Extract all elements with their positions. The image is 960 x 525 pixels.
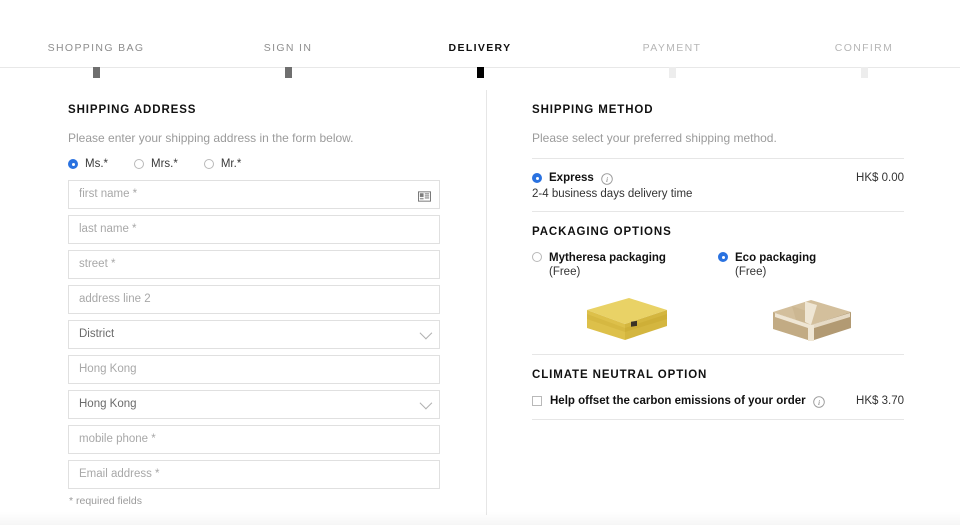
email-address-placeholder: Email address *: [79, 468, 160, 480]
stepper-step-confirm: CONFIRM: [768, 42, 960, 78]
stepper-step-label: PAYMENT: [642, 42, 702, 54]
shipping-address-section: SHIPPING ADDRESS Please enter your shipp…: [68, 104, 440, 507]
salutation-option-1[interactable]: Mrs.*: [134, 158, 178, 170]
mobile-phone-placeholder: mobile phone *: [79, 433, 156, 445]
chevron-down-icon[interactable]: [419, 326, 433, 339]
eco-packaging-radio[interactable]: [718, 252, 728, 262]
required-fields-note: * required fields: [69, 495, 142, 507]
last-name-placeholder: last name *: [79, 223, 137, 235]
last-name-field[interactable]: last name *: [68, 215, 440, 244]
salutation-radio-group: Ms.* Mrs.* Mr.*: [68, 158, 440, 170]
express-radio[interactable]: [532, 173, 542, 183]
checkout-delivery-page: SHOPPING BAG SIGN IN DELIVERY PAYMENT CONFIR…: [0, 0, 960, 525]
stepper-steps: SHOPPING BAG SIGN IN DELIVERY PAYMENT CONFIR…: [0, 42, 960, 78]
info-icon[interactable]: i: [812, 395, 825, 408]
salutation-radio[interactable]: [203, 159, 214, 169]
eco-packaging-price: (Free): [735, 266, 767, 278]
yellow-gift-box-image: [532, 284, 718, 354]
mobile-phone-field[interactable]: mobile phone *: [68, 425, 440, 454]
mytheresa-packaging-price: (Free): [549, 266, 581, 278]
country-field[interactable]: Hong Kong: [68, 390, 440, 419]
shipping-method-title: SHIPPING METHOD: [532, 104, 654, 116]
shipping-address-subtitle: Please enter your shipping address in th…: [68, 131, 354, 145]
stepper-step-sign-in[interactable]: SIGN IN: [192, 42, 384, 78]
street-field[interactable]: street *: [68, 250, 440, 279]
express-price: HK$ 0.00: [856, 172, 904, 184]
stepper-step-label: SIGN IN: [263, 42, 313, 54]
carbon-offset-price: HK$ 3.70: [856, 395, 904, 407]
salutation-option-0[interactable]: Ms.*: [68, 158, 108, 170]
salutation-label: Ms.*: [85, 158, 108, 170]
packaging-options-group: Mytheresa packaging (Free) Eco packaging…: [532, 252, 904, 354]
climate-divider-bottom: [532, 419, 904, 420]
contact-card-icon[interactable]: [418, 189, 431, 202]
climate-neutral-row[interactable]: Help offset the carbon emissions of your…: [532, 395, 904, 408]
express-label: Express: [549, 172, 594, 184]
email-address-field[interactable]: Email address *: [68, 460, 440, 489]
shipping-method-divider-bottom: [532, 211, 904, 212]
salutation-radio[interactable]: [68, 159, 78, 169]
address-line-2-placeholder: address line 2: [79, 293, 151, 305]
eco-packaging-label: Eco packaging: [735, 252, 817, 264]
checkout-stepper: SHOPPING BAG SIGN IN DELIVERY PAYMENT CONFIR…: [0, 0, 960, 78]
chevron-down-icon[interactable]: [419, 396, 433, 409]
first-name-placeholder: first name *: [79, 188, 138, 200]
stepper-step-marker: [284, 67, 292, 78]
stepper-step-label: DELIVERY: [448, 42, 512, 54]
street-placeholder: street *: [79, 258, 116, 270]
stepper-step-marker: [476, 67, 484, 78]
packaging-option-mytheresa[interactable]: Mytheresa packaging (Free): [532, 252, 718, 354]
mytheresa-packaging-radio[interactable]: [532, 252, 542, 262]
district-field[interactable]: District: [68, 320, 440, 349]
column-divider: [486, 90, 487, 515]
first-name-field[interactable]: first name *: [68, 180, 440, 209]
carbon-offset-label: Help offset the carbon emissions of your…: [550, 395, 806, 407]
stepper-step-label: SHOPPING BAG: [47, 42, 145, 54]
bottom-shadow: [0, 511, 960, 525]
stepper-step-shopping-bag[interactable]: SHOPPING BAG: [0, 42, 192, 78]
district-placeholder: District: [79, 328, 115, 340]
country-placeholder: Hong Kong: [79, 398, 137, 410]
stepper-step-payment: PAYMENT: [576, 42, 768, 78]
city-field[interactable]: Hong Kong: [68, 355, 440, 384]
salutation-label: Mr.*: [220, 158, 242, 170]
address-fields: first name * last name * street * address l…: [68, 180, 440, 489]
stepper-step-delivery: DELIVERY: [384, 42, 576, 78]
info-icon[interactable]: i: [601, 172, 613, 185]
svg-text:i: i: [606, 175, 608, 184]
salutation-radio[interactable]: [134, 159, 144, 169]
salutation-option-2[interactable]: Mr.*: [203, 158, 242, 170]
cardboard-box-image: [718, 284, 904, 354]
stepper-step-marker: [668, 67, 676, 78]
svg-text:i: i: [818, 398, 820, 407]
carbon-offset-checkbox[interactable]: [532, 396, 542, 406]
express-description: 2-4 business days delivery time: [532, 188, 693, 200]
salutation-label: Mrs.*: [151, 158, 178, 170]
stepper-step-marker: [92, 67, 100, 78]
mytheresa-packaging-label: Mytheresa packaging: [549, 252, 666, 264]
packaging-options-title: PACKAGING OPTIONS: [532, 226, 672, 238]
city-placeholder: Hong Kong: [79, 363, 137, 375]
stepper-step-marker: [860, 67, 868, 78]
address-line-2-field[interactable]: address line 2: [68, 285, 440, 314]
shipping-method-subtitle: Please select your preferred shipping me…: [532, 131, 777, 145]
stepper-step-label: CONFIRM: [834, 42, 894, 54]
shipping-option-express[interactable]: Express i HK$ 0.00 2-4 business days del…: [532, 159, 904, 211]
shipping-address-title: SHIPPING ADDRESS: [68, 104, 197, 116]
packaging-option-eco[interactable]: Eco packaging (Free): [718, 252, 904, 354]
delivery-options-column: SHIPPING METHOD Please select your prefe…: [532, 104, 904, 420]
climate-neutral-title: CLIMATE NEUTRAL OPTION: [532, 369, 708, 381]
